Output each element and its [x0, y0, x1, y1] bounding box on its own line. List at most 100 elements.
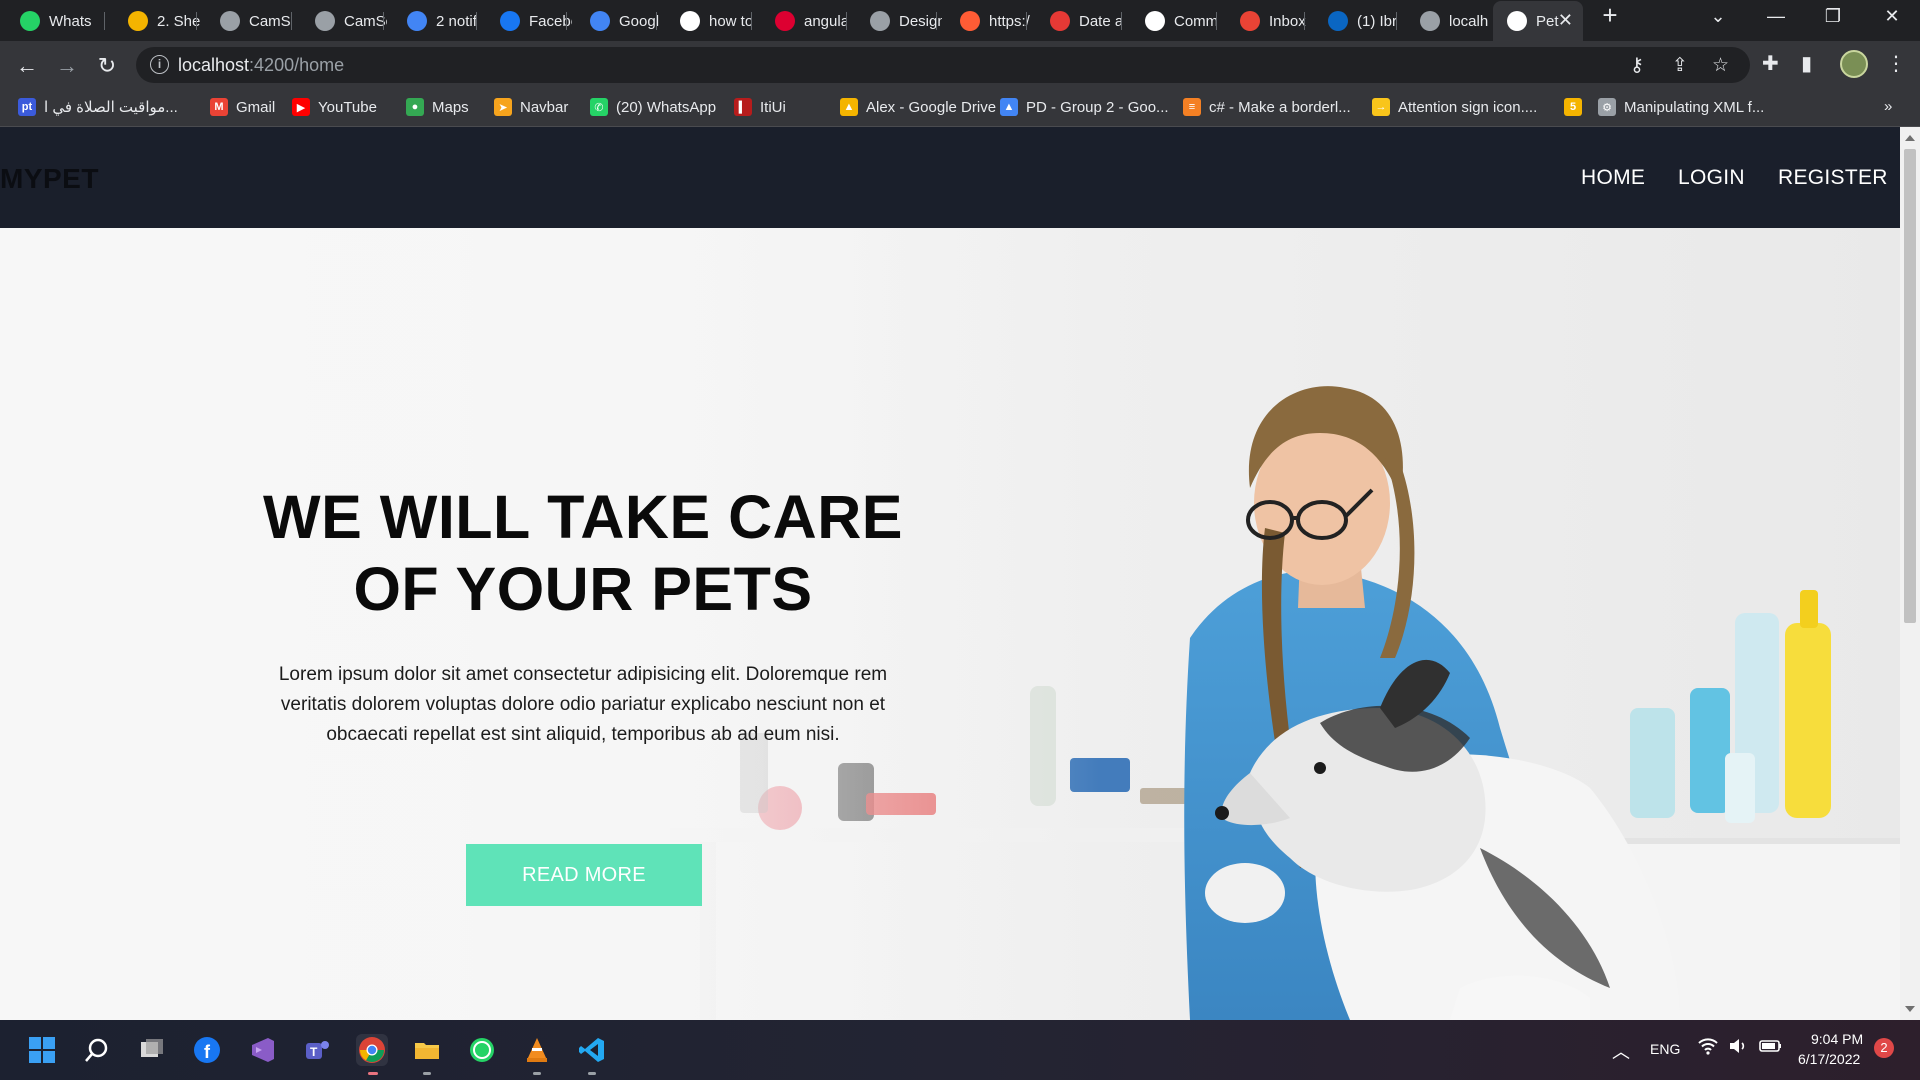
- read-more-button[interactable]: READ MORE: [466, 844, 702, 906]
- browser-tab[interactable]: (1) Ibr: [1308, 5, 1400, 37]
- browser-tab[interactable]: CamSc: [295, 5, 387, 37]
- browser-tab[interactable]: 2 notif: [387, 5, 479, 37]
- bookmark-item[interactable]: ▲ PD - Group 2 - Goo...: [1000, 98, 1169, 116]
- clock-date[interactable]: 6/17/2022: [1798, 1051, 1860, 1067]
- bookmark-item[interactable]: pt مواقيت الصلاة في ا...: [18, 98, 178, 116]
- google-icon: [680, 11, 700, 31]
- tab-separator: [566, 12, 567, 30]
- vlc-icon[interactable]: [521, 1034, 553, 1066]
- profile-avatar[interactable]: [1840, 50, 1868, 78]
- bookmark-star-icon[interactable]: ☆: [1712, 54, 1729, 77]
- clock-time[interactable]: 9:04 PM: [1811, 1031, 1863, 1047]
- browser-tab[interactable]: localh: [1400, 5, 1492, 37]
- bookmark-item[interactable]: 5: [1564, 98, 1582, 116]
- hero-title-line2: OF YOUR PETS: [353, 555, 813, 623]
- forward-icon[interactable]: →: [52, 51, 82, 81]
- browser-tab[interactable]: Date a: [1030, 5, 1122, 37]
- chrome-active-indicator: [368, 1072, 378, 1075]
- vlc-running-indicator: [533, 1072, 541, 1075]
- tab-close-icon[interactable]: ✕: [1558, 10, 1573, 31]
- whatsapp-icon[interactable]: [466, 1034, 498, 1066]
- browser-tab[interactable]: Design: [850, 5, 942, 37]
- browser-tab[interactable]: Inbox: [1220, 5, 1312, 37]
- share-icon[interactable]: ⇪: [1672, 54, 1688, 77]
- bookmark-label: Maps: [432, 98, 469, 116]
- tab-search-icon[interactable]: ⌄: [1698, 6, 1738, 27]
- search-icon[interactable]: [81, 1034, 113, 1066]
- bookmark-item[interactable]: ⚙ Manipulating XML f...: [1598, 98, 1764, 116]
- site-info-icon[interactable]: i: [150, 55, 169, 74]
- tab-active[interactable]: Pet ✕: [1493, 1, 1583, 41]
- chrome-icon[interactable]: [356, 1034, 388, 1066]
- tab-title: 2. She: [157, 12, 200, 30]
- gmail-icon: M: [210, 98, 228, 116]
- browser-tab[interactable]: angula: [755, 5, 847, 37]
- tab-title: Pet: [1536, 12, 1559, 30]
- browser-tab[interactable]: Googl: [570, 5, 662, 37]
- whatsapp-icon: ✆: [590, 98, 608, 116]
- tab-separator: [1026, 12, 1027, 30]
- password-key-icon[interactable]: ⚷: [1630, 54, 1644, 77]
- bookmarks-overflow-button[interactable]: »: [1884, 98, 1892, 115]
- volume-icon[interactable]: [1728, 1037, 1748, 1058]
- bookmark-item[interactable]: ≡ c# - Make a borderl...: [1183, 98, 1351, 116]
- address-url[interactable]: localhost:4200/home: [178, 55, 344, 76]
- new-tab-icon[interactable]: +: [1590, 0, 1630, 31]
- browser-tab[interactable]: https:/: [940, 5, 1032, 37]
- browser-tab[interactable]: how to: [660, 5, 752, 37]
- vscode-icon[interactable]: [576, 1034, 608, 1066]
- language-indicator[interactable]: ENG: [1650, 1041, 1680, 1057]
- back-icon[interactable]: ←: [12, 51, 42, 81]
- minimize-icon[interactable]: —: [1756, 6, 1796, 27]
- browser-tab[interactable]: CamSc: [200, 5, 292, 37]
- notification-count-badge[interactable]: 2: [1874, 1038, 1894, 1058]
- angular-docs-icon: [775, 11, 795, 31]
- wifi-icon[interactable]: [1698, 1037, 1718, 1060]
- tray-overflow-chevron-icon[interactable]: ︿: [1612, 1038, 1630, 1064]
- bookmark-item[interactable]: ● Maps: [406, 98, 469, 116]
- browser-menu-icon[interactable]: ⋮: [1886, 51, 1906, 76]
- restore-icon[interactable]: ❐: [1813, 6, 1853, 27]
- tab-title: Comm: [1174, 12, 1217, 30]
- visual-studio-icon[interactable]: [246, 1034, 278, 1066]
- scrollbar-thumb[interactable]: [1904, 149, 1916, 623]
- browser-tab[interactable]: Facebo: [480, 5, 572, 37]
- battery-icon[interactable]: [1759, 1038, 1783, 1057]
- nav-link-register[interactable]: REGISTER: [1778, 166, 1888, 190]
- window-close-icon[interactable]: ✕: [1872, 6, 1912, 27]
- bookmark-item[interactable]: → Attention sign icon....: [1372, 98, 1537, 116]
- scroll-down-arrow-icon[interactable]: [1905, 1006, 1915, 1012]
- bookmark-item[interactable]: ▲ Alex - Google Drive: [840, 98, 996, 116]
- nav-link-login[interactable]: LOGIN: [1678, 166, 1745, 190]
- bookmark-label: Navbar: [520, 98, 569, 116]
- side-panel-icon[interactable]: ▮: [1801, 51, 1812, 76]
- reload-icon[interactable]: ↻: [92, 51, 122, 81]
- bookmark-item[interactable]: ➤ Navbar: [494, 98, 568, 116]
- task-view-icon[interactable]: [136, 1034, 168, 1066]
- browser-tab[interactable]: Comm: [1125, 5, 1217, 37]
- github-icon: [1145, 11, 1165, 31]
- nav-link-home[interactable]: HOME: [1581, 166, 1645, 190]
- browser-tab[interactable]: 2. She: [108, 5, 200, 37]
- bookmark-item[interactable]: M Gmail: [210, 98, 275, 116]
- facebook-icon[interactable]: f: [191, 1034, 223, 1066]
- bookmark-item[interactable]: ▶ YouTube: [292, 98, 377, 116]
- tab-title: how to: [709, 12, 752, 30]
- file-explorer-icon[interactable]: [411, 1034, 443, 1066]
- home-outline-icon: [870, 11, 890, 31]
- url-host: localhost: [178, 55, 250, 75]
- browser-tab[interactable]: Whats: [0, 5, 92, 37]
- bookmark-label: Gmail: [236, 98, 276, 116]
- tab-separator: [383, 12, 384, 30]
- site-brand-logo[interactable]: MYPET: [0, 163, 99, 195]
- page-scrollbar[interactable]: [1900, 127, 1920, 1020]
- extensions-puzzle-icon[interactable]: ✚: [1762, 51, 1779, 76]
- teams-icon[interactable]: T: [301, 1034, 333, 1066]
- scroll-up-arrow-icon[interactable]: [1905, 135, 1915, 141]
- bookmark-item[interactable]: ▍ ItiUi: [734, 98, 786, 116]
- bookmark-label: Manipulating XML f...: [1624, 98, 1765, 116]
- tab-separator: [1216, 12, 1217, 30]
- address-bar[interactable]: i localhost:4200/home ⚷ ⇪ ☆: [136, 47, 1750, 83]
- bookmark-item[interactable]: ✆ (20) WhatsApp: [590, 98, 716, 116]
- windows-start-icon[interactable]: [26, 1034, 58, 1066]
